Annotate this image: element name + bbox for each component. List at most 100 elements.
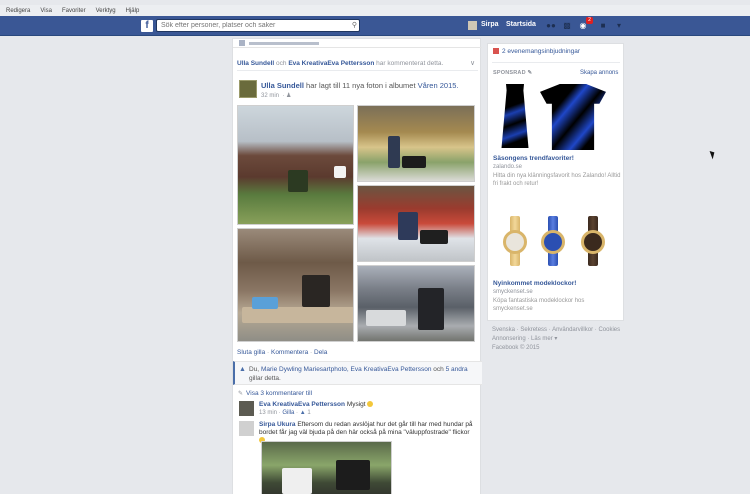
smoke-shape	[366, 310, 406, 326]
privacy-lock-icon[interactable]: ■	[598, 21, 608, 31]
author-avatar[interactable]	[239, 80, 257, 98]
ad-dress-image[interactable]	[501, 84, 529, 148]
ad-description: Hitta din nya klänningsfavorit hos Zalan…	[493, 173, 621, 187]
like-comment-button[interactable]: Gilla	[282, 410, 294, 416]
header-actor-link[interactable]: Eva KreativaEva Pettersson	[288, 60, 374, 67]
user-avatar[interactable]	[468, 21, 477, 30]
footer-link-more[interactable]: Läs mer	[531, 336, 553, 342]
comment-body: Eva KreativaEva Pettersson Mysigt	[259, 401, 474, 409]
window-shape	[334, 166, 346, 178]
search-input[interactable]	[156, 19, 360, 32]
watch-image[interactable]	[580, 216, 606, 266]
commenter-link[interactable]: Sirpa Ukura	[259, 421, 296, 428]
settings-chevron-down-icon[interactable]: ▾	[614, 21, 624, 31]
right-sidebar: 2 evenemangsinbjudningar SPONSRAD ✎ Skap…	[487, 43, 624, 321]
album-photo[interactable]	[357, 185, 475, 262]
album-link[interactable]: Våren 2015.	[418, 81, 459, 90]
likes-suffix: gillar detta.	[249, 375, 281, 382]
menu-item-favorites[interactable]: Favoriter	[62, 8, 86, 14]
likes-summary: ▲ Du, Marie Dywling Mariesartphoto, Eva …	[233, 361, 482, 385]
divider	[492, 62, 620, 63]
comment: Eva KreativaEva Pettersson Mysigt 13 min…	[237, 401, 478, 419]
previous-story-line	[249, 42, 319, 45]
story-actions: Sluta gilla · Kommentera · Dela	[237, 349, 327, 356]
watch-face	[541, 230, 565, 254]
facebook-logo-icon[interactable]: f	[141, 20, 153, 32]
unlike-button[interactable]: Sluta gilla	[237, 349, 265, 356]
browser-menubar: Redigera Visa Favoriter Verktyg Hjälp	[0, 5, 750, 16]
thumbs-up-icon: ▲	[299, 410, 306, 416]
commenter-avatar[interactable]	[239, 401, 254, 416]
watch-face	[503, 230, 527, 254]
event-invites-label: 2 evenemangsinbjudningar	[502, 48, 581, 55]
comment-timestamp[interactable]: 13 min	[259, 410, 277, 416]
bowl-shape	[252, 297, 278, 309]
dog-shape	[302, 275, 330, 307]
dog-shape	[402, 156, 426, 168]
ad-title-link[interactable]: Nyinkommet modeklockor!	[493, 280, 576, 287]
story-action-text: har lagt till 11 nya foton i albumet	[306, 81, 416, 90]
story-options-chevron-down-icon[interactable]: ∨	[470, 59, 475, 67]
menu-item-tools[interactable]: Verktyg	[96, 8, 116, 14]
watch-image[interactable]	[502, 216, 528, 266]
story-meta: 32 min · ♟	[261, 92, 291, 99]
album-photo[interactable]	[237, 105, 354, 225]
comment-photo[interactable]	[261, 441, 392, 494]
profile-link[interactable]: Sirpa	[481, 21, 499, 28]
likes-connector: och	[433, 366, 444, 373]
screen: Redigera Visa Favoriter Verktyg Hjälp f …	[0, 0, 750, 494]
likes-text: Du, Marie Dywling Mariesartphoto, Eva Kr…	[249, 365, 477, 383]
menu-item-help[interactable]: Hjälp	[126, 8, 140, 14]
comment-like-count[interactable]: 1	[307, 410, 310, 416]
commenter-avatar[interactable]	[239, 421, 254, 436]
share-button[interactable]: Dela	[314, 349, 327, 356]
comment-meta: 13 min · Gilla · ▲ 1	[259, 410, 311, 416]
story-timestamp[interactable]: 32 min	[261, 93, 279, 99]
watch-image[interactable]	[540, 216, 566, 266]
watch-face	[581, 230, 605, 254]
event-invites-link[interactable]: 2 evenemangsinbjudningar	[493, 48, 580, 55]
footer-link-advertising[interactable]: Annonsering	[492, 336, 526, 342]
footer-link-cookies[interactable]: Cookies	[598, 327, 620, 333]
person-shape	[398, 212, 418, 240]
ad-description: Köpa fantastiska modeklockor hos smycken…	[493, 298, 585, 312]
footer-link-language[interactable]: Svenska	[492, 327, 515, 333]
audience-icon[interactable]: · ♟	[281, 93, 291, 99]
menu-item-view[interactable]: Visa	[40, 8, 52, 14]
search-icon[interactable]: ⚲	[350, 21, 359, 30]
other-likers-link[interactable]: 5 andra	[446, 366, 468, 373]
likes-you: Du,	[249, 366, 260, 373]
dog-shape	[282, 468, 312, 494]
header-tail: har kommenterat detta.	[376, 60, 444, 67]
menu-item-edit[interactable]: Redigera	[6, 8, 30, 14]
sidebar-footer: Svenska · Sekretess · Användarvillkor · …	[492, 327, 621, 351]
commenter-link[interactable]: Eva KreativaEva Pettersson	[259, 401, 345, 408]
likers-link[interactable]: Marie Dywling Mariesartphoto, Eva Kreati…	[261, 366, 432, 373]
friend-requests-icon[interactable]: ●●	[546, 21, 556, 31]
story-context-header: Ulla Sundell och Eva KreativaEva Petters…	[237, 60, 443, 67]
author-link[interactable]: Ulla Sundell	[261, 81, 304, 90]
story-author-line: Ulla Sundell har lagt till 11 nya foton …	[261, 81, 459, 90]
ad-domain: zalando.se	[493, 164, 523, 170]
calendar-icon	[493, 48, 499, 55]
person-shape	[418, 288, 444, 330]
album-photo[interactable]	[357, 265, 475, 342]
comment-button[interactable]: Kommentera	[271, 349, 308, 356]
view-more-comments-link[interactable]: ✎ Visa 3 kommentarer till	[238, 390, 312, 397]
person-shape	[388, 136, 400, 168]
footer-link-terms[interactable]: Användarvillkor	[552, 327, 593, 333]
messages-icon[interactable]: ▩	[562, 21, 572, 31]
create-ad-link[interactable]: Skapa annons	[580, 70, 618, 76]
album-photo[interactable]	[237, 228, 354, 342]
sponsored-text: SPONSRAD	[493, 70, 526, 76]
ad-title-link[interactable]: Säsongens trendfavoriter!	[493, 155, 621, 162]
view-comments-label: Visa 3 kommentarer till	[246, 390, 313, 397]
footer-link-privacy[interactable]: Sekretess	[520, 327, 547, 333]
ad-top-image[interactable]	[540, 84, 606, 150]
album-photo[interactable]	[357, 105, 475, 182]
home-link[interactable]: Startsida	[506, 21, 536, 28]
smiley-icon	[367, 401, 374, 408]
divider	[237, 70, 478, 71]
header-actor-link[interactable]: Ulla Sundell	[237, 60, 274, 67]
comment: Sirpa Ukura Eftersom du redan avslöjat h…	[237, 421, 478, 444]
